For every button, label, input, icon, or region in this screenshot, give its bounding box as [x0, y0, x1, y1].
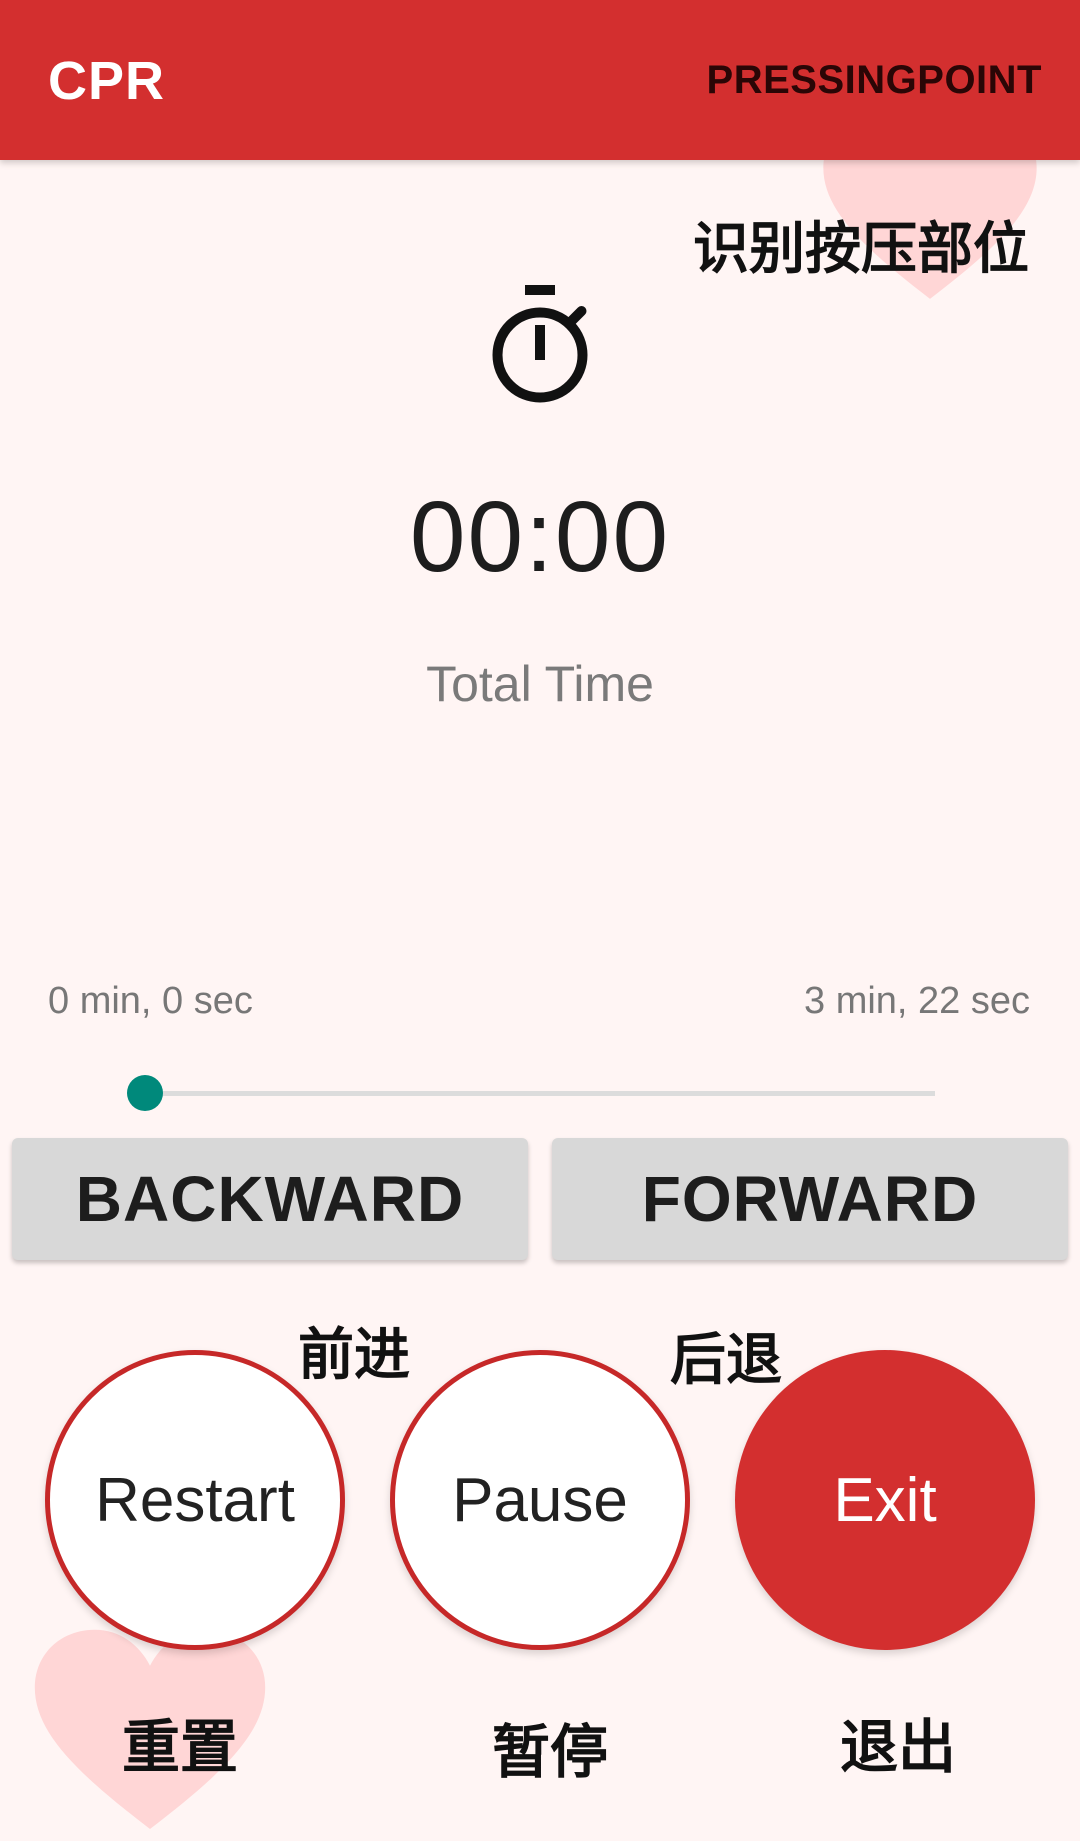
- progress-start-label: 0 min, 0 sec: [48, 980, 253, 1022]
- pause-button[interactable]: Pause: [390, 1350, 690, 1650]
- annotation-backward: 后退: [670, 1328, 782, 1393]
- annotation-forward: 前进: [298, 1323, 410, 1388]
- annotation-exit: 退出: [840, 1713, 957, 1781]
- annotation-restart: 重置: [122, 1713, 239, 1781]
- elapsed-time-display: 00:00: [409, 481, 671, 593]
- progress-slider-thumb[interactable]: [127, 1075, 163, 1111]
- restart-button[interactable]: Restart: [45, 1350, 345, 1650]
- progress-end-label: 3 min, 22 sec: [804, 980, 1030, 1022]
- annotation-pause: 暂停: [492, 1718, 609, 1786]
- app-title: CPR: [48, 51, 166, 111]
- progress-slider-track[interactable]: [145, 1091, 935, 1096]
- stopwatch-icon: [492, 285, 588, 403]
- backward-button[interactable]: BACKWARD: [12, 1138, 528, 1260]
- forward-button[interactable]: FORWARD: [552, 1138, 1068, 1260]
- annotation-pressing-point: 识别按压部位: [693, 217, 1029, 282]
- pressing-point-button[interactable]: PRESSINGPOINT: [707, 58, 1042, 103]
- total-time-label: Total Time: [426, 656, 654, 712]
- app-bar: CPR PRESSINGPOINT: [0, 0, 1080, 160]
